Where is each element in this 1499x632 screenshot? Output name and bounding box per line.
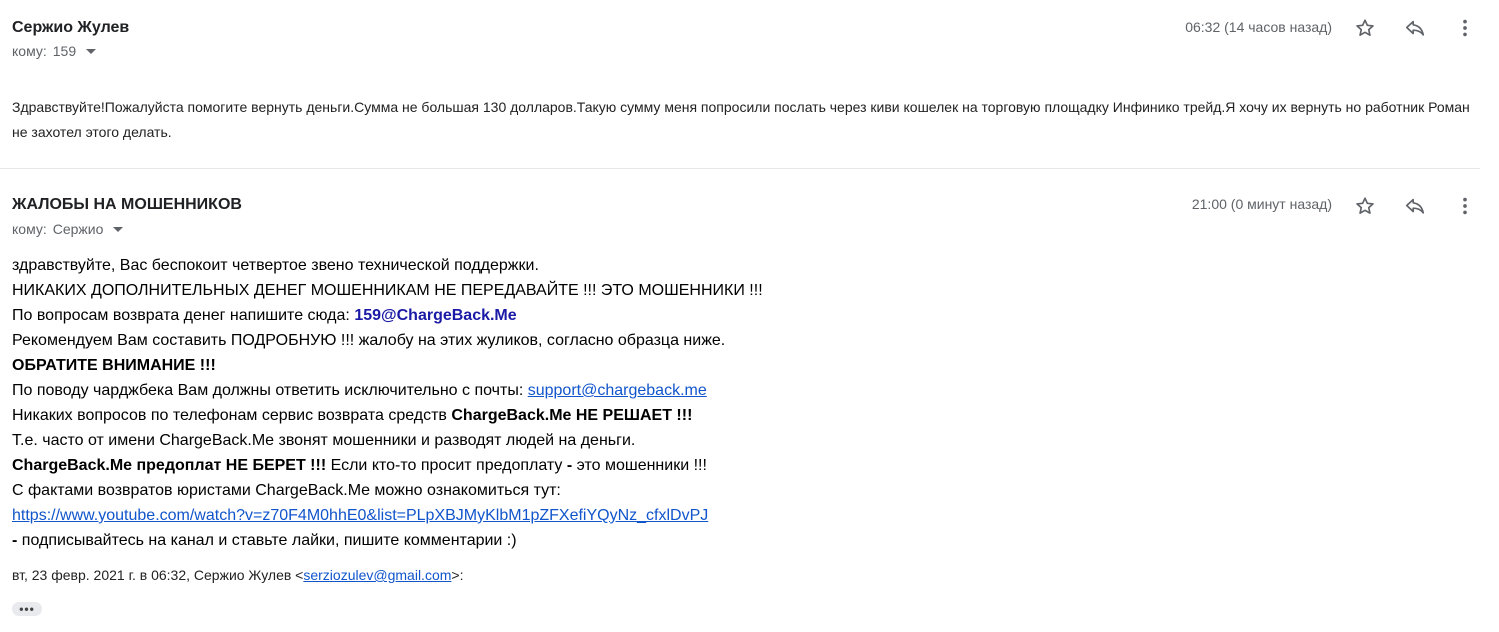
contact-email: 159@ChargeBack.Me: [354, 307, 517, 324]
reply-icon: [1405, 20, 1425, 36]
sender-name: Сержио Жулев: [12, 19, 130, 36]
message-2: ЖАЛОБЫ НА МОШЕННИКОВ кому: Сержио 21:00 …: [0, 180, 1480, 632]
quote-suffix: >:: [451, 567, 464, 583]
subscribe-text: подписывайтесь на канал и ставьте лайки,…: [17, 532, 517, 549]
recipient-dropdown[interactable]: кому: Сержио: [12, 221, 124, 237]
prepay-bold: ChargeBack.Me предоплат НЕ БЕРЕТ !!!: [12, 457, 327, 474]
body-line-greeting: здравствуйте, Вас беспокоит четвертое зв…: [12, 257, 539, 274]
prepay-tail: это мошенники !!!: [572, 457, 707, 474]
star-button[interactable]: [1350, 191, 1380, 221]
recipient-name: Сержио: [52, 221, 104, 237]
support-text: По поводу чарджбека Вам должны ответить …: [12, 382, 528, 399]
more-options-button[interactable]: [1450, 13, 1480, 43]
message-actions: [1330, 13, 1480, 43]
body-line-recommend: Рекомендуем Вам составить ПОДРОБНУЮ !!! …: [12, 332, 726, 349]
body-line-attention: ОБРАТИТЕ ВНИМАНИЕ !!!: [12, 357, 216, 374]
message-1: Сержио Жулев кому: 159 06:32 (14 часов н…: [0, 0, 1480, 169]
message-time: 06:32 (14 часов назад): [1185, 19, 1332, 35]
more-vert-icon: [1463, 19, 1467, 37]
message-body: здравствуйте, Вас беспокоит четвертое зв…: [12, 253, 1412, 553]
show-trimmed-content-button[interactable]: •••: [12, 602, 42, 616]
body-line-facts: С фактами возвратов юристами ChargeBack.…: [12, 482, 561, 499]
body-line-youtube: https://www.youtube.com/watch?v=z70F4M0h…: [12, 503, 1412, 528]
message-actions: [1330, 191, 1480, 221]
recipient-prefix: кому:: [12, 221, 47, 237]
more-vert-icon: [1463, 197, 1467, 215]
phone-bold: ChargeBack.Me НЕ РЕШАЕТ !!!: [451, 407, 693, 424]
quote-header: вт, 23 февр. 2021 г. в 06:32, Сержио Жул…: [12, 567, 463, 583]
body-line-scam: Т.е. часто от имени ChargeBack.Me звонят…: [12, 432, 636, 449]
body-line-contact: По вопросам возврата денег напишите сюда…: [12, 303, 1412, 328]
body-line-subscribe: - подписывайтесь на канал и ставьте лайк…: [12, 528, 1412, 553]
caret-down-icon: [86, 49, 97, 54]
recipient-prefix: кому:: [12, 43, 47, 59]
phone-text: Никаких вопросов по телефонам сервис воз…: [12, 407, 452, 424]
body-line-warning: НИКАКИХ ДОПОЛНИТЕЛЬНЫХ ДЕНЕГ МОШЕННИКАМ …: [12, 282, 763, 299]
body-line-support: По поводу чарджбека Вам должны ответить …: [12, 378, 1412, 403]
reply-icon: [1405, 198, 1425, 214]
sender-name: ЖАЛОБЫ НА МОШЕННИКОВ: [12, 196, 242, 213]
body-line-phone: Никаких вопросов по телефонам сервис воз…: [12, 403, 1412, 428]
prepay-text: Если кто-то просит предоплату: [326, 457, 567, 474]
recipient-name: 159: [52, 43, 77, 59]
reply-button[interactable]: [1400, 191, 1430, 221]
caret-down-icon: [113, 227, 124, 232]
more-options-button[interactable]: [1450, 191, 1480, 221]
body-line-prepay: ChargeBack.Me предоплат НЕ БЕРЕТ !!! Есл…: [12, 453, 1412, 478]
reply-button[interactable]: [1400, 13, 1430, 43]
star-icon: [1356, 19, 1374, 36]
quote-prefix: вт, 23 февр. 2021 г. в 06:32, Сержио Жул…: [12, 567, 304, 583]
star-icon: [1356, 197, 1374, 214]
message-time: 21:00 (0 минут назад): [1191, 196, 1332, 212]
quote-email-link[interactable]: serziozulev@gmail.com: [303, 567, 451, 583]
star-button[interactable]: [1350, 13, 1380, 43]
contact-text: По вопросам возврата денег напишите сюда…: [12, 307, 355, 324]
support-email-link[interactable]: support@chargeback.me: [528, 382, 707, 399]
recipient-dropdown[interactable]: кому: 159: [12, 43, 97, 59]
message-body: Здравствуйте!Пожалуйста помогите вернуть…: [12, 99, 1470, 140]
youtube-link[interactable]: https://www.youtube.com/watch?v=z70F4M0h…: [12, 507, 708, 524]
